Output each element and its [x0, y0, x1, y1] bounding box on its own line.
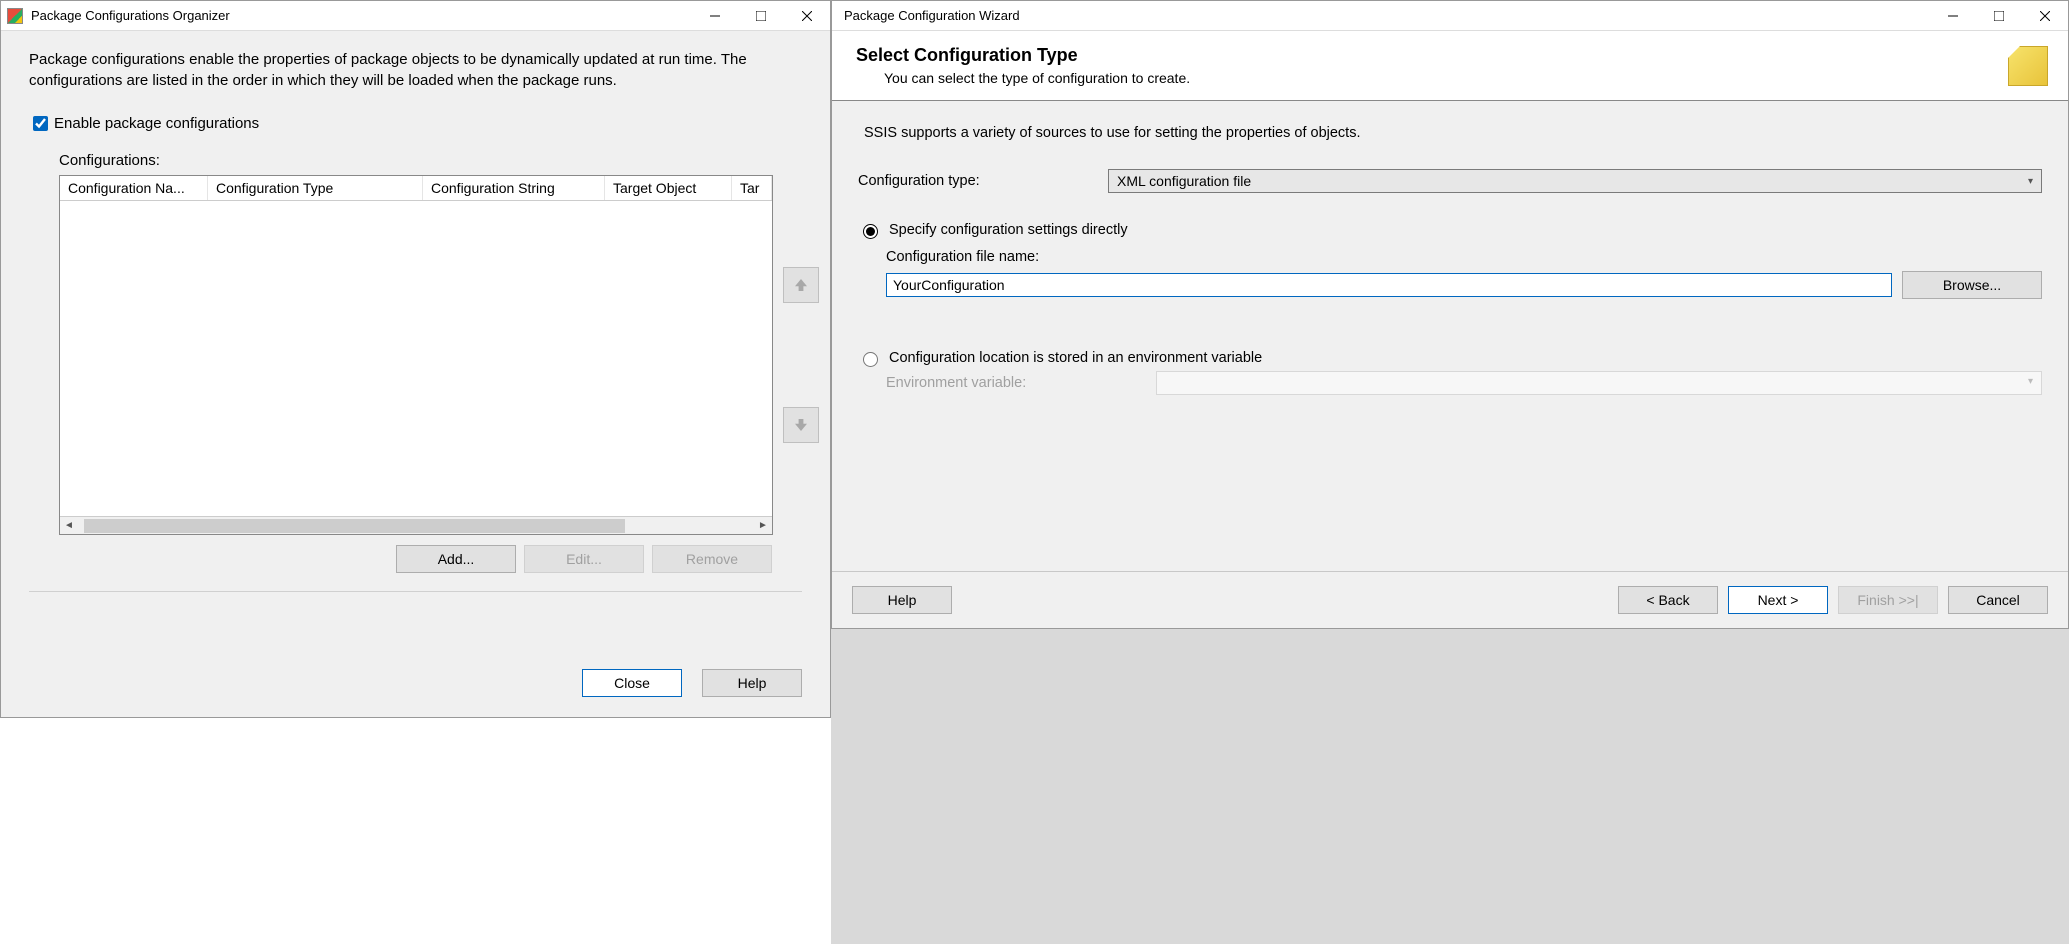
wizard-heading: Select Configuration Type	[856, 45, 2008, 66]
organizer-window: Package Configurations Organizer Package…	[0, 0, 831, 718]
move-down-button[interactable]	[783, 407, 819, 443]
organizer-titlebar[interactable]: Package Configurations Organizer	[1, 1, 830, 31]
radio-direct[interactable]	[863, 224, 878, 239]
radio-direct-label: Specify configuration settings directly	[889, 222, 1128, 238]
help-button[interactable]: Help	[702, 669, 802, 697]
col-config-name[interactable]: Configuration Na...	[60, 176, 208, 200]
wizard-close-button[interactable]	[2022, 1, 2068, 31]
enable-configs-checkbox[interactable]	[33, 116, 48, 131]
env-variable-label: Environment variable:	[886, 375, 1156, 391]
close-button[interactable]	[784, 1, 830, 31]
col-target-object[interactable]: Target Object	[605, 176, 732, 200]
wizard-help-button[interactable]: Help	[852, 586, 952, 614]
wizard-subheading: You can select the type of configuration…	[884, 70, 2008, 86]
maximize-button[interactable]	[738, 1, 784, 31]
back-button[interactable]: < Back	[1618, 586, 1718, 614]
wizard-icon	[2008, 46, 2048, 86]
minimize-button[interactable]	[692, 1, 738, 31]
col-target-prop[interactable]: Tar	[732, 176, 772, 200]
horizontal-scrollbar[interactable]: ◄ ►	[60, 516, 772, 534]
config-type-label: Configuration type:	[858, 173, 1108, 189]
enable-configs-label: Enable package configurations	[54, 115, 259, 132]
add-button[interactable]: Add...	[396, 545, 516, 573]
close-dialog-button[interactable]: Close	[582, 669, 682, 697]
chevron-down-icon: ▾	[2028, 176, 2033, 187]
chevron-down-icon-disabled: ▾	[2028, 376, 2033, 387]
scroll-right-icon[interactable]: ►	[754, 520, 772, 531]
cancel-button[interactable]: Cancel	[1948, 586, 2048, 614]
wizard-minimize-button[interactable]	[1930, 1, 1976, 31]
col-config-type[interactable]: Configuration Type	[208, 176, 423, 200]
radio-env[interactable]	[863, 352, 878, 367]
wizard-header: Select Configuration Type You can select…	[832, 31, 2068, 101]
scroll-thumb[interactable]	[84, 519, 625, 533]
next-button[interactable]: Next >	[1728, 586, 1828, 614]
wizard-intro-text: SSIS supports a variety of sources to us…	[864, 125, 2042, 141]
config-type-combobox[interactable]: XML configuration file ▾	[1108, 169, 2042, 193]
config-file-input[interactable]	[886, 273, 1892, 297]
finish-button: Finish >>|	[1838, 586, 1938, 614]
env-variable-combobox: ▾	[1156, 371, 2042, 395]
col-config-string[interactable]: Configuration String	[423, 176, 605, 200]
config-file-label: Configuration file name:	[886, 249, 2042, 265]
browse-button[interactable]: Browse...	[1902, 271, 2042, 299]
table-body[interactable]	[60, 201, 772, 516]
remove-button: Remove	[652, 545, 772, 573]
description-text: Package configurations enable the proper…	[29, 49, 802, 91]
radio-env-label: Configuration location is stored in an e…	[889, 350, 1262, 366]
wizard-window-title: Package Configuration Wizard	[838, 8, 1930, 23]
divider	[29, 591, 802, 592]
scroll-left-icon[interactable]: ◄	[60, 520, 78, 531]
config-type-value: XML configuration file	[1117, 173, 1251, 189]
move-up-button[interactable]	[783, 267, 819, 303]
edit-button: Edit...	[524, 545, 644, 573]
window-title: Package Configurations Organizer	[31, 8, 692, 23]
table-header[interactable]: Configuration Na... Configuration Type C…	[60, 176, 772, 201]
wizard-maximize-button[interactable]	[1976, 1, 2022, 31]
wizard-window: Package Configuration Wizard Select Conf…	[831, 0, 2069, 629]
configurations-table[interactable]: Configuration Na... Configuration Type C…	[59, 175, 773, 535]
configurations-label: Configurations:	[59, 152, 802, 169]
wizard-titlebar[interactable]: Package Configuration Wizard	[832, 1, 2068, 31]
app-icon	[7, 8, 23, 24]
